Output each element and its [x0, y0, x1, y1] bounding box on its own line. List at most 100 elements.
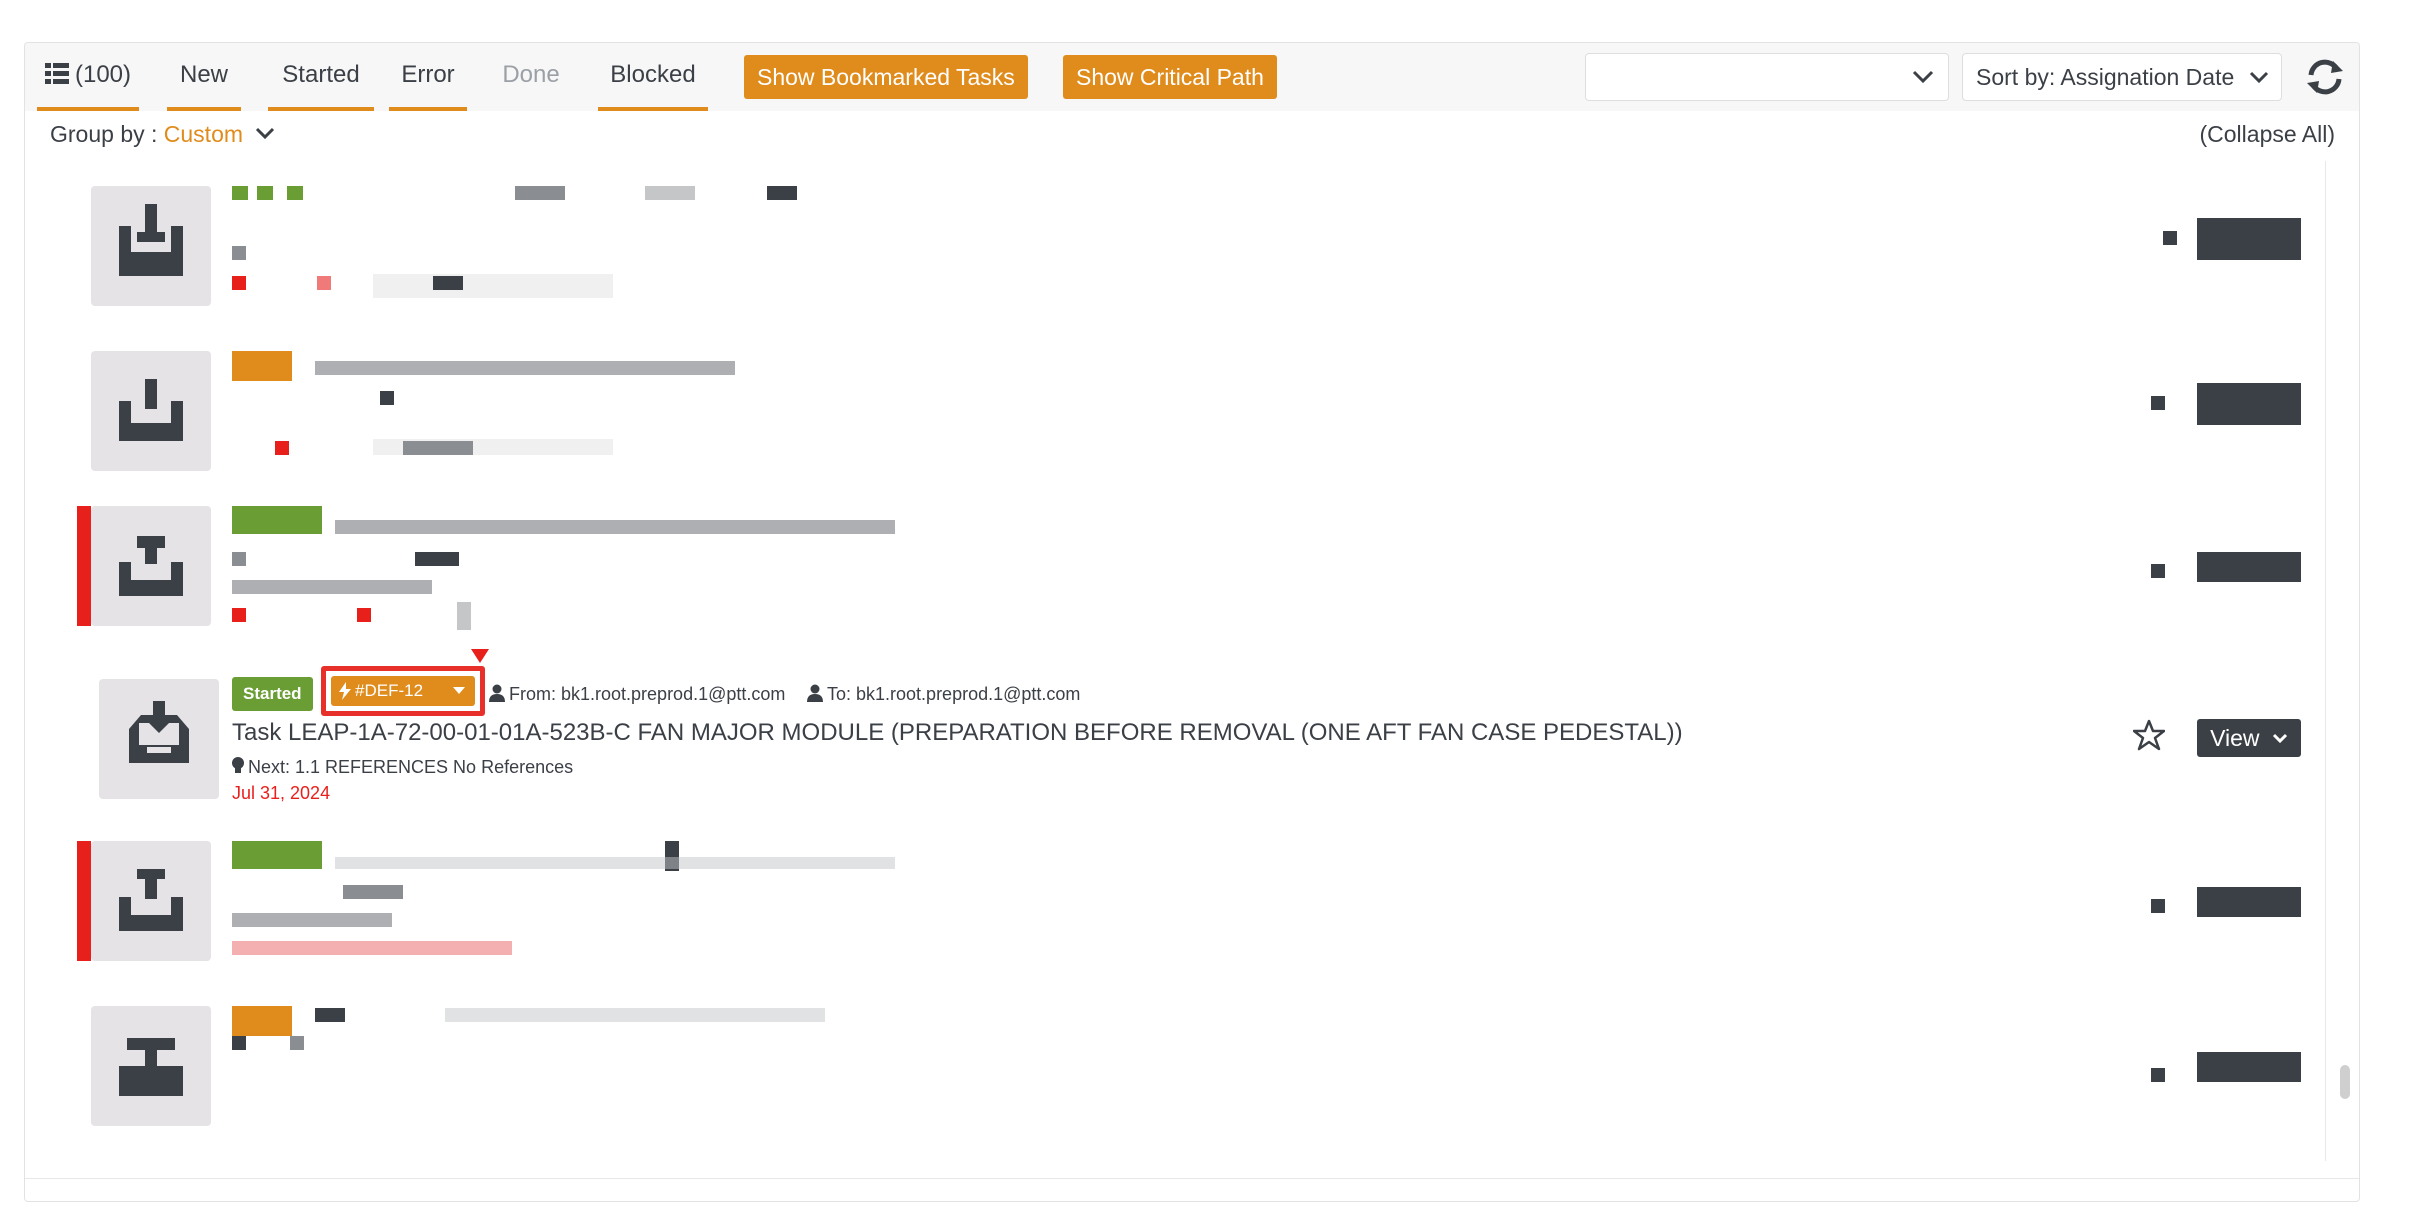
overdue-indicator	[77, 841, 91, 961]
task-list[interactable]: Started #DEF-12 From: bk1.root.preprod.1…	[25, 161, 2326, 1161]
redacted-text	[315, 361, 735, 375]
overdue-indicator	[77, 506, 91, 626]
task-list-panel: (100) New Started Error Done Blocked Sho…	[24, 42, 2360, 1202]
due-date: Jul 31, 2024	[232, 783, 331, 803]
redacted-badge	[232, 1006, 292, 1036]
redacted-button	[2197, 1052, 2301, 1082]
list-item[interactable]	[25, 506, 2325, 646]
tab-started[interactable]: Started	[268, 43, 374, 111]
filter-select[interactable]	[1585, 53, 1949, 101]
inbox-download-icon	[119, 379, 183, 441]
task-thumbnail	[91, 186, 211, 306]
from-label: From: bk1.root.preprod.1@ptt.com	[509, 684, 786, 704]
view-button[interactable]: View	[2197, 719, 2301, 757]
user-icon	[489, 684, 505, 702]
group-by-bar: Group by : Custom (Collapse All)	[25, 111, 2359, 161]
tab-done[interactable]: Done	[493, 43, 569, 111]
inbox-download-icon	[129, 701, 189, 763]
collapse-all-link[interactable]: (Collapse All)	[2200, 121, 2336, 148]
redacted-text	[232, 1036, 246, 1050]
tab-all-count: (100)	[74, 61, 132, 88]
star-icon[interactable]	[2133, 719, 2165, 751]
redacted-date	[317, 276, 331, 290]
next-step-label: Next: 1.1 REFERENCES No References	[248, 757, 574, 777]
redacted-icon	[2151, 564, 2165, 578]
list-item[interactable]	[25, 341, 2325, 481]
chevron-down-icon	[1912, 70, 1934, 84]
group-by-value[interactable]: Custom	[164, 121, 243, 147]
task-title[interactable]: Task LEAP-1A-72-00-01-01A-523B-C FAN MAJ…	[232, 719, 1683, 747]
redacted-text	[445, 1008, 825, 1022]
tab-new[interactable]: New	[167, 43, 241, 111]
redacted-date	[275, 441, 289, 455]
redacted-text	[232, 552, 246, 566]
redacted-text	[373, 274, 613, 298]
tab-error[interactable]: Error	[389, 43, 467, 111]
redacted-text	[315, 1008, 345, 1022]
chevron-down-icon	[2249, 71, 2269, 84]
redacted-badge	[287, 186, 303, 200]
task-row[interactable]: Started #DEF-12 From: bk1.root.preprod.1…	[25, 649, 2325, 811]
redacted-text	[380, 391, 394, 405]
redacted-text	[343, 885, 403, 899]
task-thumbnail	[99, 679, 219, 799]
panel-footer	[25, 1178, 2359, 1201]
redacted-text	[232, 246, 246, 260]
redacted-text	[433, 276, 463, 290]
redacted-badge	[232, 841, 322, 869]
tab-all[interactable]: (100)	[37, 43, 139, 111]
redacted-date	[232, 276, 246, 290]
filter-select-value	[1586, 64, 1598, 90]
task-thumbnail	[91, 841, 211, 961]
redacted-badge	[257, 186, 273, 200]
redacted-icon	[2151, 396, 2165, 410]
bolt-icon	[339, 682, 351, 700]
redacted-date	[232, 608, 246, 622]
redacted-text	[415, 552, 459, 566]
chevron-down-icon[interactable]	[255, 127, 275, 140]
sort-select[interactable]: Sort by: Assignation Date	[1962, 53, 2282, 101]
next-step: Next: 1.1 REFERENCES No References	[232, 757, 573, 778]
list-item[interactable]	[25, 841, 2325, 981]
refresh-icon[interactable]	[2303, 55, 2347, 99]
redacted-icon	[2151, 899, 2165, 913]
list-item[interactable]	[25, 176, 2325, 316]
group-by[interactable]: Group by : Custom	[50, 121, 275, 148]
status-badge: Started	[232, 677, 313, 711]
task-thumbnail	[91, 1006, 211, 1126]
show-critical-path-button[interactable]: Show Critical Path	[1063, 55, 1277, 99]
to-info: To: bk1.root.preprod.1@ptt.com	[807, 677, 1080, 711]
vertical-scrollbar[interactable]	[2335, 161, 2355, 1161]
redacted-text	[232, 913, 392, 927]
chevron-down-icon	[453, 687, 465, 694]
redacted-icon	[2163, 231, 2177, 245]
task-thumbnail	[91, 506, 211, 626]
reference-dropdown[interactable]: #DEF-12	[331, 676, 475, 706]
inbox-download-icon	[119, 204, 183, 276]
to-label: To: bk1.root.preprod.1@ptt.com	[827, 684, 1081, 704]
inbox-upload-icon	[119, 869, 183, 931]
chevron-down-icon	[2272, 733, 2287, 744]
scrollbar-thumb[interactable]	[2340, 1065, 2350, 1099]
group-by-label: Group by :	[50, 121, 164, 147]
task-thumbnail	[91, 351, 211, 471]
redacted-button	[2197, 383, 2301, 425]
redacted-button	[2197, 887, 2301, 917]
list-item[interactable]	[25, 1006, 2325, 1146]
redacted-text	[335, 857, 895, 869]
redacted-badge	[232, 351, 292, 381]
redacted-text	[457, 602, 471, 630]
inbox-upload-icon	[119, 536, 183, 596]
redacted-text	[290, 1036, 304, 1050]
redacted-text	[645, 186, 695, 200]
inbox-upload-icon	[119, 1038, 183, 1096]
list-icon	[44, 63, 69, 84]
reference-label: #DEF-12	[355, 681, 424, 700]
user-icon	[807, 684, 823, 702]
from-info: From: bk1.root.preprod.1@ptt.com	[489, 677, 785, 711]
redacted-date	[232, 941, 512, 955]
redacted-text	[515, 186, 565, 200]
toolbar: (100) New Started Error Done Blocked Sho…	[25, 43, 2359, 112]
show-bookmarked-tasks-button[interactable]: Show Bookmarked Tasks	[744, 55, 1028, 99]
tab-blocked[interactable]: Blocked	[598, 43, 708, 111]
